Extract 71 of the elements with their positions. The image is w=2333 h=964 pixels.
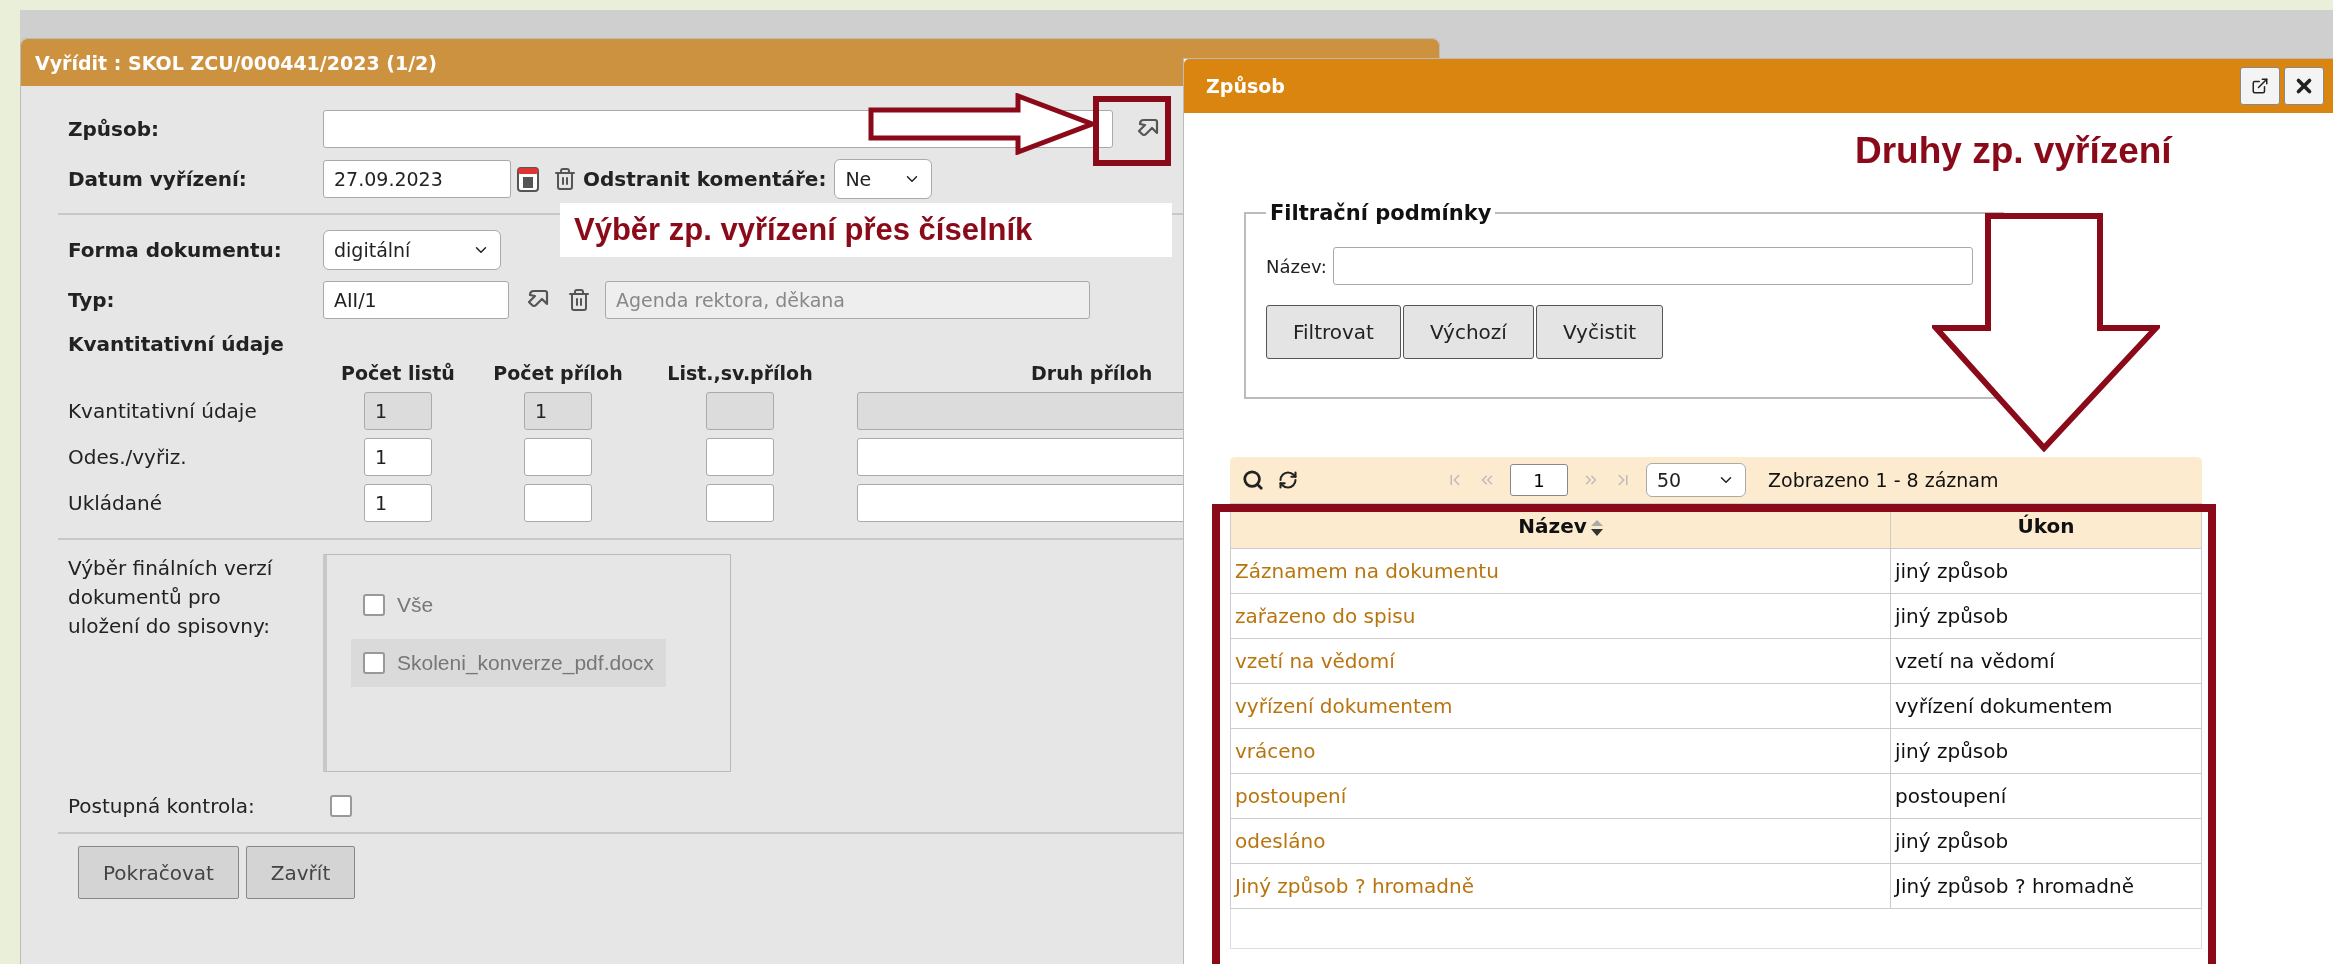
table-cell: postoupení [1890, 773, 2202, 819]
field-label: Typ: [68, 288, 116, 312]
name-filter-field[interactable] [1332, 247, 1973, 285]
field-label: Odstranit komentáře: [583, 167, 827, 191]
popout-button[interactable] [2240, 67, 2280, 105]
type-field[interactable]: AII/1 [323, 281, 509, 319]
table-cell[interactable]: vzetí na vědomí [1230, 638, 1891, 684]
field-label: Datum vyřízení: [68, 167, 248, 191]
field-label: Způsob: [68, 117, 160, 141]
field-label: Název: [1266, 255, 1327, 277]
row-label: Kvantitativní údaje [68, 399, 258, 423]
column-header: List.,sv.příloh [666, 362, 814, 384]
date-field[interactable]: 27.09.2023 [323, 160, 511, 198]
table-cell: vzetí na vědomí [1890, 638, 2202, 684]
quantity-field[interactable] [706, 438, 774, 476]
trash-icon[interactable] [553, 167, 577, 191]
column-header: Druh příloh [1030, 362, 1154, 384]
refresh-icon[interactable] [1278, 470, 1298, 490]
filter-legend: Filtrační podmínky [1266, 201, 1496, 225]
field-label: Forma dokumentu: [68, 238, 283, 262]
annotation-note: Výběr zp. vyřízení přes číselník [560, 203, 1172, 257]
quantity-field[interactable] [706, 484, 774, 522]
comments-select[interactable]: Ne [834, 159, 933, 199]
checkbox[interactable] [363, 594, 385, 616]
table-cell: jiný způsob [1890, 593, 2202, 639]
quantity-field[interactable]: 1 [364, 438, 432, 476]
search-icon[interactable] [1242, 469, 1264, 491]
calendar-icon[interactable] [517, 166, 539, 192]
checkbox[interactable] [363, 652, 385, 674]
field-label: Výběr finálních verzí dokumentů pro uložení do spisovny: [68, 555, 274, 640]
checkbox[interactable] [330, 795, 352, 817]
sort-icon [1590, 519, 1603, 536]
page-field[interactable]: 1 [1510, 464, 1568, 496]
filter-button[interactable]: Výchozí [1402, 305, 1534, 359]
picker-title: Způsob [1206, 75, 1286, 97]
quantity-field[interactable] [524, 438, 592, 476]
page-size-select[interactable]: 50 [1646, 463, 1746, 497]
column-header: Počet příloh [492, 362, 624, 384]
table-cell: jiný způsob [1890, 728, 2202, 774]
close-button[interactable] [2284, 67, 2324, 105]
form-select[interactable]: digitální [323, 230, 501, 270]
row-label: Odes./vyřiz. [68, 445, 188, 469]
table-cell: jiný způsob [1890, 548, 2202, 594]
dialog-button[interactable]: Zavřít [245, 846, 356, 899]
quantity-field[interactable]: 1 [364, 484, 432, 522]
section-heading: Kvantitativní údaje [68, 332, 285, 356]
table-cell[interactable]: vráceno [1230, 728, 1891, 774]
table-cell: Jiný způsob ? hromadně [1890, 863, 2202, 909]
version-option[interactable]: Vše [351, 581, 446, 629]
filter-button[interactable]: Filtrovat [1266, 305, 1401, 359]
option-label: Vše [397, 593, 434, 617]
table-cell[interactable]: zařazeno do spisu [1230, 593, 1891, 639]
filter-button[interactable]: Vyčistit [1535, 305, 1664, 359]
trash-icon[interactable] [567, 288, 591, 312]
table-cell[interactable]: odesláno [1230, 818, 1891, 864]
column-header: Počet listů [340, 362, 456, 384]
table-cell[interactable]: vyřízení dokumentem [1230, 683, 1891, 729]
table-cell[interactable]: postoupení [1230, 773, 1891, 819]
annotation-note: Druhy zp. vyřízení [1855, 130, 2172, 172]
field-label: Postupná kontrola: [68, 794, 256, 818]
table-cell[interactable]: Jiný způsob ? hromadně [1230, 863, 1891, 909]
external-link-icon [2251, 77, 2269, 95]
table-cell: jiný způsob [1890, 818, 2202, 864]
table-cell: vyřízení dokumentem [1890, 683, 2202, 729]
option-label: Skoleni_konverze_pdf.docx [397, 651, 654, 675]
row-label: Ukládané [68, 491, 163, 515]
dialog-button[interactable]: Pokračovat [78, 846, 239, 899]
record-summary: Zobrazeno 1 - 8 záznam [1768, 469, 1999, 491]
type-description-field: Agenda rektora, děkana [605, 281, 1090, 319]
table-cell[interactable]: Záznamem na dokumentu [1230, 548, 1891, 594]
quantity-field[interactable] [524, 484, 592, 522]
